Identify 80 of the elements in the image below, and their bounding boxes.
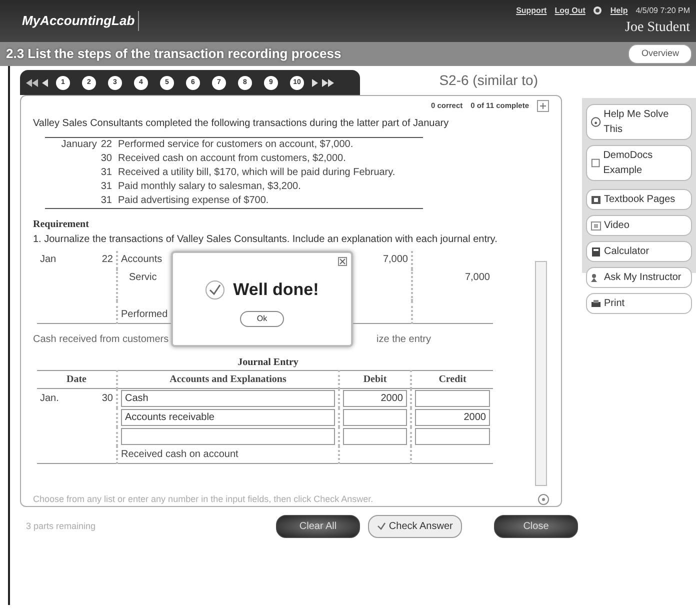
header-link[interactable]: Log Out — [554, 4, 586, 16]
account-text: Accounts — [121, 254, 162, 265]
column-header: Debit — [339, 370, 411, 388]
sidebar-button[interactable]: Video — [586, 215, 692, 236]
help-icon — [593, 6, 602, 15]
column-header: Credit — [411, 370, 493, 388]
debit-field[interactable]: 2000 — [343, 390, 407, 406]
transaction-text: Paid advertising expense of $700. — [115, 194, 423, 208]
dialog-message: Well done! — [233, 279, 319, 301]
account-text: Performed — [121, 308, 168, 320]
journal-title: Journal Entry — [236, 356, 300, 370]
transaction-text: Performed service for customers on account, $7,000. — [115, 138, 423, 152]
sidebar-button[interactable]: Help Me Solve This — [586, 104, 692, 140]
transaction-text: Paid monthly salary to salesman, $3,200. — [117, 180, 302, 194]
transaction-day: 31 — [100, 167, 112, 178]
debit-field[interactable] — [343, 408, 407, 426]
sidebar-button[interactable]: Ask My Instructor — [586, 267, 692, 288]
sidebar-button[interactable]: DemoDocs Example — [586, 145, 692, 181]
sidebar-button[interactable]: Calculator — [586, 241, 692, 262]
transaction-text: Received cash on account from customers, $2,000. — [117, 152, 347, 166]
header-link[interactable]: Support — [516, 4, 547, 16]
account-field[interactable] — [121, 428, 335, 444]
transaction-day: 22 — [100, 139, 112, 150]
action-button[interactable]: Check Answer — [368, 515, 462, 538]
explanation-text: Received cash on account — [121, 448, 238, 460]
account-field[interactable]: Accounts receivable — [121, 408, 335, 426]
credit-field[interactable]: 2000 — [415, 408, 490, 426]
account-text: Servic — [129, 272, 157, 283]
parts-remaining: 3 parts remaining — [26, 520, 96, 533]
action-button[interactable]: Close — [494, 515, 578, 538]
check-icon — [377, 522, 386, 530]
transaction-month: January — [61, 139, 97, 150]
date-day: 22 — [102, 252, 113, 267]
account-field[interactable]: Cash — [121, 390, 335, 406]
date-time: 4/5/09 7:20 PM — [636, 4, 690, 16]
instructions-text: Choose from any list or enter any number in the input fields, then click Check Answer. — [33, 493, 374, 506]
requirement-text: 1. Journalize the transactions of Valley Sales Consultants. Include an explanation with each journal entry. — [33, 233, 498, 247]
date-month: Jan — [40, 253, 56, 267]
intro-text: Valley Sales Consultants completed the following transactions during the latter part of January — [33, 117, 450, 131]
column-header: Date — [37, 370, 117, 388]
expand-icon[interactable] — [537, 100, 549, 112]
column-header: Accounts and Explanations — [117, 370, 339, 388]
document-icon — [591, 158, 600, 168]
problem-label: S2-6 (similar to) — [439, 71, 538, 90]
last-icon[interactable] — [322, 78, 334, 86]
book-icon — [591, 194, 601, 204]
video-icon — [591, 220, 601, 230]
sidebar-button[interactable]: Print — [586, 293, 692, 314]
section-title: 2.3 List the steps of the transaction recording process — [6, 45, 342, 64]
calculator-icon — [591, 246, 601, 256]
ok-button[interactable]: Ok — [240, 310, 284, 326]
requirement-heading: Requirement — [33, 218, 90, 232]
help-icon — [591, 117, 601, 127]
next-icon[interactable] — [312, 78, 318, 86]
printer-icon — [591, 298, 601, 308]
help-icon[interactable] — [538, 494, 549, 506]
check-icon — [205, 280, 226, 300]
header-link[interactable]: Help — [610, 4, 628, 16]
credit-amount: 7,000 — [464, 272, 490, 283]
transaction-day: 30 — [100, 153, 112, 164]
overview-button[interactable]: Overview — [628, 44, 692, 64]
debit-field[interactable] — [343, 428, 407, 444]
prompt-text: ize the entry — [376, 332, 431, 346]
logo: MyAccountingLab — [22, 11, 139, 31]
transaction-day: 31 — [100, 181, 112, 192]
user-name: Joe Student — [625, 18, 690, 36]
prompt-text: Cash received from customers — [33, 332, 169, 346]
transaction-day: 31 — [100, 195, 112, 206]
previous-icon[interactable] — [42, 78, 48, 86]
debit-amount: 7,000 — [382, 254, 408, 265]
first-icon[interactable] — [26, 78, 38, 86]
close-icon[interactable] — [338, 257, 347, 266]
action-button[interactable]: Clear All — [276, 515, 360, 538]
scrollbar[interactable] — [535, 261, 547, 486]
credit-field[interactable] — [415, 428, 490, 444]
date-day: 30 — [102, 390, 113, 406]
credit-field[interactable] — [415, 390, 490, 406]
date-month: Jan. — [40, 392, 59, 406]
sidebar-button[interactable]: Textbook Pages — [586, 189, 692, 210]
transaction-text: Received a utility bill, $170, which will be paid during February. — [117, 166, 396, 180]
